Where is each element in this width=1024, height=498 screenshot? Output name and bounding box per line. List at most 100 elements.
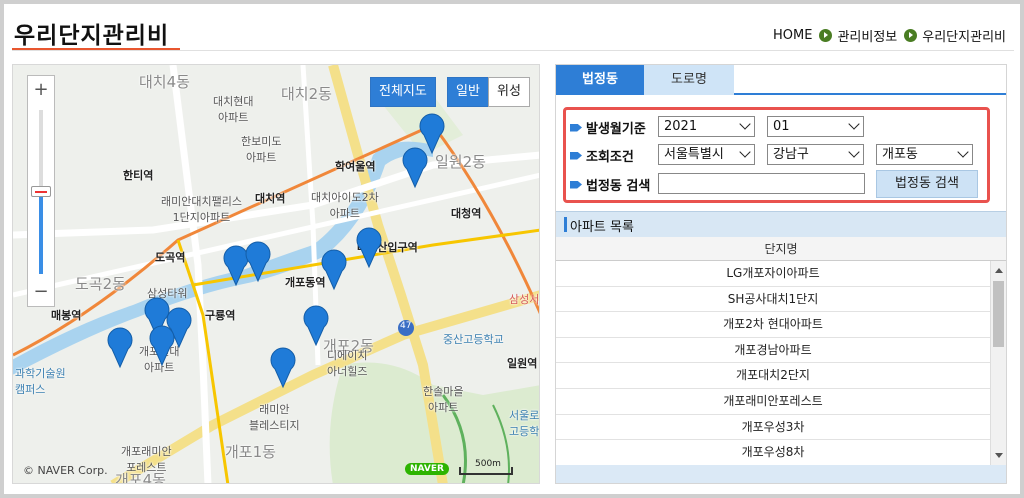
map-pin-icon[interactable] bbox=[402, 147, 428, 189]
scroll-up-icon[interactable] bbox=[995, 268, 1003, 273]
chevron-down-icon bbox=[957, 146, 969, 158]
dong-select[interactable]: 개포동 bbox=[876, 144, 973, 165]
naver-logo[interactable]: NAVER bbox=[405, 463, 449, 475]
apartment-list-title: 아파트 목록 bbox=[570, 220, 634, 235]
list-scrollbar[interactable] bbox=[990, 261, 1006, 465]
zoom-out-button[interactable]: − bbox=[28, 280, 54, 306]
map-pin-icon[interactable] bbox=[303, 305, 329, 347]
map-label: 대치역 bbox=[255, 192, 286, 205]
tab-bar: 법정동 도로명 bbox=[556, 65, 1006, 95]
list-item[interactable]: 개포우성8차 bbox=[556, 440, 990, 465]
breadcrumb-level2[interactable]: 우리단지관리비 bbox=[922, 26, 1006, 45]
month-basis-label: 발생월기준 bbox=[570, 118, 646, 137]
normal-map-button[interactable]: 일반 bbox=[447, 77, 489, 107]
route-number: 47 bbox=[400, 321, 412, 331]
month-basis-text: 발생월기준 bbox=[586, 122, 646, 137]
list-item[interactable]: 개포대치2단지 bbox=[556, 363, 990, 389]
map-label: 개포4동 bbox=[115, 471, 166, 484]
search-panel: 법정동 도로명 발생월기준 2021 01 조회조건 서울특별시 강남구 개포동… bbox=[555, 64, 1007, 484]
chevron-down-icon bbox=[739, 118, 751, 130]
scale-bar bbox=[459, 467, 513, 475]
map-pin-icon[interactable] bbox=[245, 241, 271, 283]
map-pin-icon[interactable] bbox=[321, 249, 347, 291]
map-label: 대치4동 bbox=[139, 73, 190, 91]
map-pin-icon[interactable] bbox=[149, 325, 175, 367]
dong-search-text: 법정동 검색 bbox=[586, 179, 651, 194]
zoom-control: + − bbox=[27, 75, 55, 307]
list-item[interactable]: 개포2차 현대아파트 bbox=[556, 312, 990, 338]
breadcrumb-level1[interactable]: 관리비정보 bbox=[837, 26, 897, 45]
chevron-down-icon bbox=[739, 146, 751, 158]
list-item[interactable]: 개포경남아파트 bbox=[556, 338, 990, 364]
map-label: 한보미도 아파트 bbox=[241, 135, 282, 164]
year-select-value: 2021 bbox=[664, 119, 698, 134]
month-select[interactable]: 01 bbox=[767, 116, 864, 137]
map-label: 대청역 bbox=[451, 207, 482, 220]
list-item[interactable]: 개포우성3차 bbox=[556, 415, 990, 441]
tab-road-name[interactable]: 도로명 bbox=[644, 65, 734, 95]
chevron-down-icon bbox=[848, 118, 860, 130]
map-copyright: © NAVER Corp. bbox=[23, 464, 108, 477]
map-label: 중산고등학교 bbox=[443, 333, 504, 346]
map-label: 구룡역 bbox=[205, 309, 236, 322]
map-label: 래미안대치팰리스 1단지아파트 bbox=[161, 195, 242, 224]
month-select-value: 01 bbox=[773, 119, 790, 134]
list-item[interactable]: SH공사대치1단지 bbox=[556, 287, 990, 313]
list-item[interactable]: 개포래미안포레스트 bbox=[556, 389, 990, 415]
gu-select[interactable]: 강남구 bbox=[767, 144, 864, 165]
map-pin-icon[interactable] bbox=[356, 227, 382, 269]
tab-legal-dong[interactable]: 법정동 bbox=[556, 65, 644, 95]
dong-search-input[interactable] bbox=[658, 173, 865, 194]
arrow-right-icon bbox=[819, 29, 833, 42]
zoom-level-fill bbox=[39, 192, 43, 274]
map-view[interactable]: 대치4동 대치2동 대치현대 아파트 한보미도 아파트 학여울역 일원2동 한티… bbox=[12, 64, 540, 484]
map-label: 래미안 블레스티지 bbox=[249, 403, 300, 432]
condition-label: 조회조건 bbox=[570, 146, 634, 165]
breadcrumb: HOME 관리비정보 우리단지관리비 bbox=[773, 26, 1006, 45]
map-label: 한티역 bbox=[123, 169, 154, 182]
apartment-list-header: 아파트 목록 bbox=[556, 211, 1006, 237]
year-select[interactable]: 2021 bbox=[658, 116, 755, 137]
section-bar bbox=[564, 217, 567, 232]
full-map-button[interactable]: 전체지도 bbox=[370, 77, 436, 107]
zoom-slider-handle[interactable] bbox=[31, 186, 51, 197]
breadcrumb-home[interactable]: HOME bbox=[773, 28, 812, 43]
map-pin-icon[interactable] bbox=[270, 347, 296, 389]
arrow-right-icon bbox=[904, 29, 918, 42]
bullet-arrow-icon bbox=[570, 180, 582, 189]
map-label: 과학기술원 캠퍼스 bbox=[15, 367, 66, 396]
list-item[interactable]: LG개포자이아파트 bbox=[556, 261, 990, 287]
map-label: 대치현대 아파트 bbox=[213, 95, 254, 124]
chevron-down-icon bbox=[848, 146, 860, 158]
list-footer bbox=[556, 465, 1006, 483]
apartment-list: LG개포자이아파트 SH공사대치1단지 개포2차 현대아파트 개포경남아파트 개… bbox=[556, 261, 990, 465]
map-label: 개포1동 bbox=[225, 443, 276, 461]
map-label: 학여울역 bbox=[335, 160, 376, 173]
gu-select-value: 강남구 bbox=[773, 147, 809, 162]
map-label: 도곡2동 bbox=[75, 275, 126, 293]
map-label: 매봉역 bbox=[51, 309, 82, 322]
bullet-arrow-icon bbox=[570, 123, 582, 132]
scroll-down-icon[interactable] bbox=[995, 453, 1003, 458]
dong-search-label: 법정동 검색 bbox=[570, 175, 650, 194]
dong-select-value: 개포동 bbox=[882, 147, 918, 162]
map-pin-icon[interactable] bbox=[107, 327, 133, 369]
page-title: 우리단지관리비 bbox=[14, 23, 170, 49]
satellite-map-button[interactable]: 위성 bbox=[488, 77, 530, 107]
map-label: 서울로 고등학 bbox=[509, 409, 540, 438]
sido-select[interactable]: 서울특별시 bbox=[658, 144, 755, 165]
dong-search-button[interactable]: 법정동 검색 bbox=[876, 170, 978, 198]
map-label: 일원역 bbox=[507, 357, 538, 370]
map-label: 삼성서 bbox=[509, 293, 540, 306]
search-conditions-box: 발생월기준 2021 01 조회조건 서울특별시 강남구 개포동 법정동 검색 … bbox=[563, 107, 990, 203]
bullet-arrow-icon bbox=[570, 151, 582, 160]
scroll-thumb[interactable] bbox=[993, 281, 1004, 347]
condition-text: 조회조건 bbox=[586, 150, 634, 165]
map-label: 도곡역 bbox=[155, 251, 186, 264]
column-header-complex: 단지명 bbox=[556, 237, 1006, 261]
title-divider bbox=[12, 50, 1014, 51]
zoom-in-button[interactable]: + bbox=[28, 78, 54, 104]
sido-select-value: 서울특별시 bbox=[664, 147, 724, 162]
map-label: 개포동역 bbox=[285, 276, 326, 289]
map-label: 대치아이도2차 아파트 bbox=[311, 191, 379, 220]
